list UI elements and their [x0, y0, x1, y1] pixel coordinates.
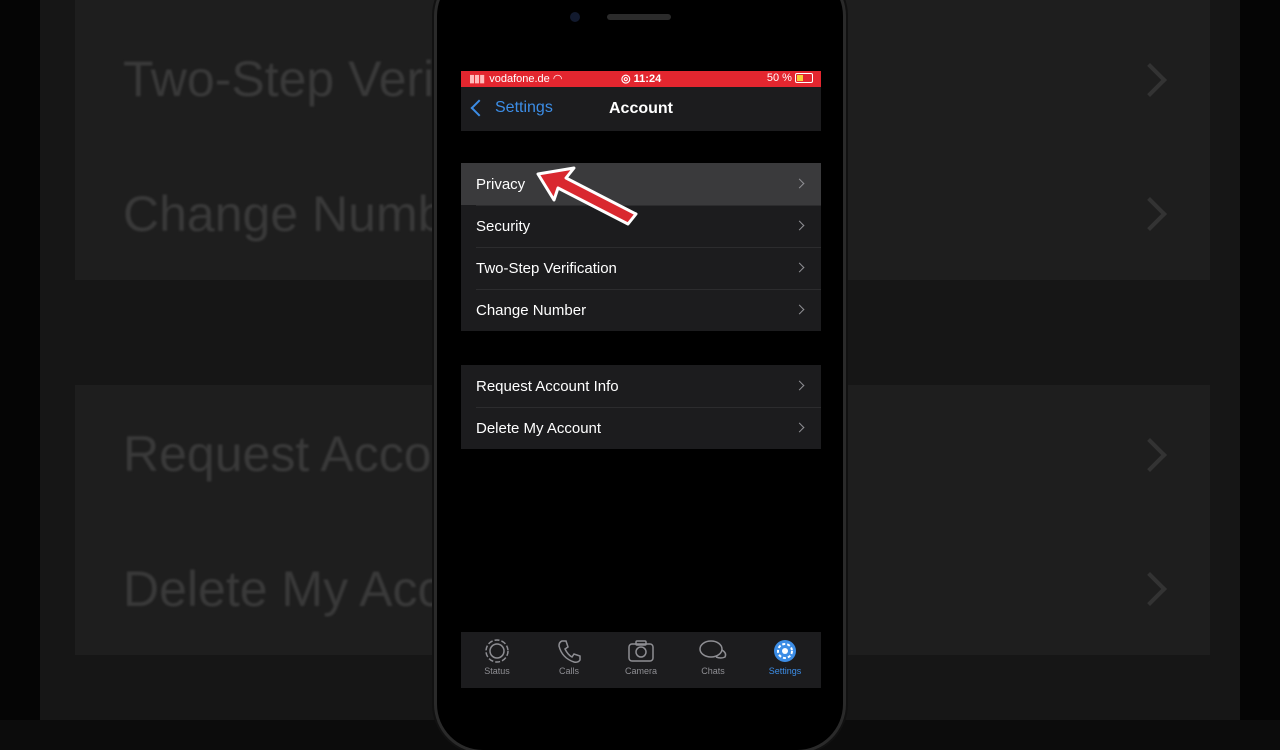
chevron-right-icon	[794, 304, 805, 315]
tab-label: Settings	[768, 666, 802, 676]
navigation-bar: Settings Account	[461, 87, 821, 131]
row-label: Two-Step Verification	[476, 259, 617, 277]
row-label: Delete My Account	[476, 419, 602, 437]
chevron-right-icon	[794, 422, 805, 433]
two-step-verification-row[interactable]: Two-Step Verification	[461, 247, 821, 289]
change-number-row[interactable]: Change Number	[461, 289, 821, 331]
battery-status: 50 %	[767, 72, 813, 84]
request-account-info-row[interactable]: Request Account Info	[461, 365, 821, 407]
alarm-icon: ◎	[621, 73, 634, 85]
chevron-right-icon	[794, 380, 805, 391]
tab-label: Status	[484, 666, 510, 676]
carrier-label: ▮▮▮ vodafone.de ◠	[469, 72, 562, 85]
tab-calls[interactable]: Calls	[534, 638, 604, 676]
tab-bar: Status Calls Camera Chats Settings	[461, 632, 821, 688]
clock: 11:24	[633, 73, 662, 85]
background-edge-left	[0, 0, 40, 720]
delete-my-account-row[interactable]: Delete My Account	[461, 407, 821, 449]
tab-label: Chats	[701, 666, 725, 676]
phone-screen: ▮▮▮ vodafone.de ◠ ◎ 11:24 50 % Settings …	[461, 71, 821, 721]
tab-label: Calls	[558, 666, 579, 676]
background-text: Change Number	[123, 186, 490, 242]
gear-icon	[774, 640, 796, 662]
tab-label: Camera	[624, 666, 657, 676]
carrier-name: vodafone.de	[489, 73, 550, 85]
row-label: Security	[476, 217, 531, 235]
chat-bubbles-icon	[699, 640, 727, 659]
wifi-icon: ◠	[552, 73, 563, 85]
row-label: Privacy	[476, 175, 526, 193]
account-data-group: Request Account Info Delete My Account	[461, 365, 821, 449]
row-label: Change Number	[476, 301, 587, 319]
status-time: ◎ 11:24	[621, 72, 661, 85]
tab-status[interactable]: Status	[462, 638, 532, 676]
row-label: Request Account Info	[476, 377, 619, 395]
phone-icon	[558, 640, 581, 663]
page-title: Account	[609, 100, 673, 117]
phone-frame: ▮▮▮ vodafone.de ◠ ◎ 11:24 50 % Settings …	[437, 0, 843, 750]
chevron-right-icon	[794, 178, 805, 189]
speaker-grille	[607, 14, 671, 20]
background-edge-right	[1240, 0, 1280, 720]
tab-chats[interactable]: Chats	[678, 638, 748, 676]
signal-icon: ▮▮▮	[469, 73, 485, 85]
tab-settings[interactable]: Settings	[750, 638, 820, 676]
status-icon	[485, 639, 509, 663]
chevron-right-icon	[794, 262, 805, 273]
battery-percent: 50 %	[766, 72, 792, 84]
red-pointer-arrow-icon	[536, 166, 638, 226]
camera-icon	[628, 640, 654, 662]
battery-icon	[795, 73, 813, 84]
front-camera-icon	[570, 12, 580, 22]
status-bar: ▮▮▮ vodafone.de ◠ ◎ 11:24 50 %	[461, 71, 821, 87]
chevron-right-icon	[794, 220, 805, 231]
tab-camera[interactable]: Camera	[606, 638, 676, 676]
